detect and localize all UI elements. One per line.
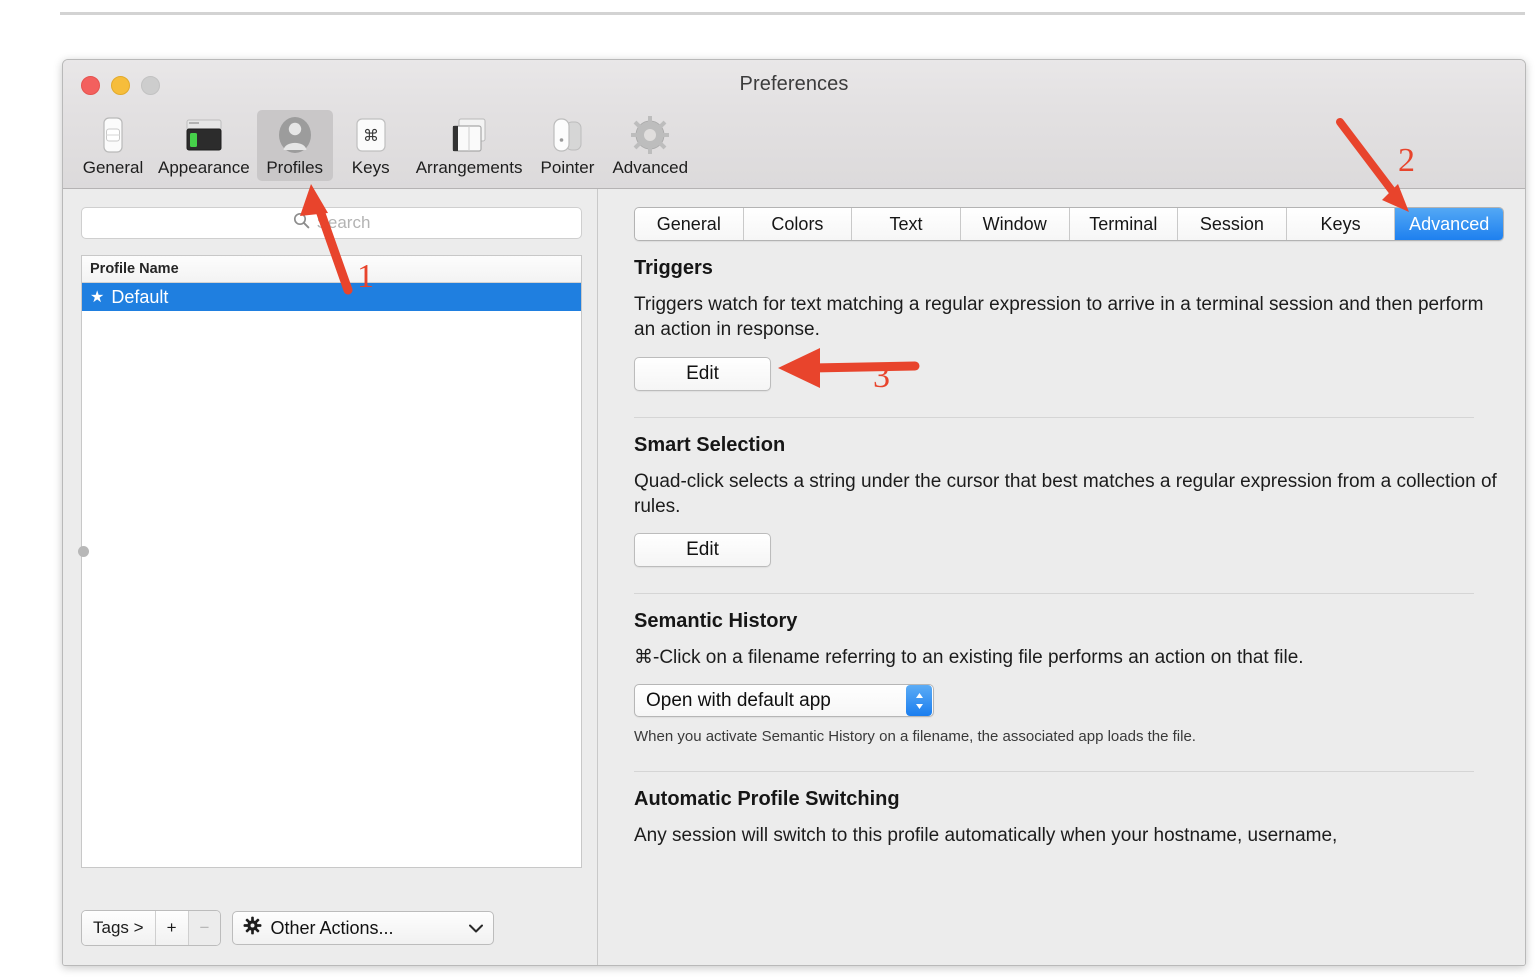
tab-advanced[interactable]: Advanced [1395, 208, 1503, 240]
table-row[interactable]: ★ Default [82, 283, 581, 311]
chevron-down-icon [469, 920, 484, 936]
toolbar-item-profiles-label: Profiles [266, 158, 324, 177]
top-divider-rule [60, 12, 1525, 15]
updown-chevron-icon [906, 685, 932, 717]
section-divider [634, 416, 1474, 418]
pane-divider [597, 189, 598, 965]
profiles-icon [273, 114, 317, 156]
toolbar-item-advanced-label: Advanced [612, 158, 689, 177]
toolbar-item-profiles[interactable]: Profiles [256, 110, 333, 181]
annotation-number-3: 3 [873, 358, 890, 395]
toolbar-item-arrangements[interactable]: Arrangements [409, 110, 530, 181]
column-header-profile-name: Profile Name [90, 261, 179, 277]
search-placeholder: Search [316, 213, 371, 232]
preferences-window: Preferences General Appearance Profiles … [62, 59, 1526, 966]
search-input[interactable]: Search [81, 207, 582, 239]
profiles-sidebar: Search Profile Name ★ Default Tags > + −… [63, 189, 600, 965]
other-actions-dropdown[interactable]: Other Actions... [232, 911, 495, 945]
section-semantic-history: Semantic History ⌘-Click on a filename r… [634, 610, 1501, 745]
triggers-title: Triggers [634, 257, 713, 279]
smart-selection-edit-button[interactable]: Edit [634, 533, 771, 568]
tab-keys[interactable]: Keys [1286, 208, 1396, 240]
toolbar-item-appearance[interactable]: Appearance [151, 110, 257, 181]
triggers-description: Triggers watch for text matching a regul… [634, 294, 1484, 341]
profiles-table[interactable]: Profile Name ★ Default [81, 255, 582, 868]
add-profile-button[interactable]: + [155, 911, 189, 945]
profile-tab-bar: General Colors Text Window Terminal Sess… [634, 207, 1504, 241]
tab-terminal[interactable]: Terminal [1069, 208, 1179, 240]
toolbar-item-general[interactable]: General [75, 110, 151, 181]
annotation-number-2: 2 [1398, 142, 1415, 179]
tab-window[interactable]: Window [960, 208, 1070, 240]
arrangements-icon [447, 114, 491, 156]
automatic-profile-switching-title: Automatic Profile Switching [634, 788, 900, 811]
profiles-table-header: Profile Name [82, 256, 581, 283]
tab-colors[interactable]: Colors [743, 208, 853, 240]
toolbar-item-appearance-label: Appearance [158, 158, 250, 177]
preferences-toolbar: General Appearance Profiles ⌘ Keys Arran… [63, 108, 1525, 189]
section-triggers: Triggers Triggers watch for text matchin… [634, 257, 1501, 391]
pane-resize-handle[interactable] [78, 546, 89, 557]
sidebar-segmented-buttons: Tags > + − [81, 910, 222, 946]
tab-text[interactable]: Text [852, 208, 961, 240]
toolbar-item-pointer[interactable]: Pointer [529, 110, 605, 181]
section-divider [634, 771, 1474, 773]
pointer-icon [545, 114, 589, 156]
gear-icon [243, 916, 262, 940]
keys-icon: ⌘ [349, 114, 393, 156]
other-actions-label: Other Actions... [270, 917, 394, 938]
screenshot-root: Preferences General Appearance Profiles … [0, 0, 1536, 980]
window-title: Preferences [739, 73, 849, 95]
tab-general[interactable]: General [635, 208, 744, 240]
toolbar-item-keys[interactable]: ⌘ Keys [333, 110, 409, 181]
semantic-history-dropdown[interactable]: Open with default app [634, 684, 934, 718]
window-titlebar: Preferences [63, 60, 1525, 108]
appearance-icon [182, 114, 226, 156]
smart-selection-description: Quad-click selects a string under the cu… [634, 470, 1497, 517]
toolbar-item-keys-label: Keys [351, 158, 390, 177]
section-automatic-profile-switching: Automatic Profile Switching Any session … [634, 788, 1501, 848]
default-star-icon: ★ [90, 289, 105, 306]
profile-name-cell: Default [111, 286, 169, 307]
toolbar-item-arrangements-label: Arrangements [415, 158, 523, 177]
section-smart-selection: Smart Selection Quad-click selects a str… [634, 434, 1501, 568]
sidebar-bottom-toolbar: Tags > + − Other Actions... [81, 910, 495, 946]
semantic-history-note: When you activate Semantic History on a … [634, 728, 1196, 746]
toolbar-item-pointer-label: Pointer [540, 158, 595, 177]
annotation-number-1: 1 [357, 258, 374, 295]
profile-settings-pane: General Colors Text Window Terminal Sess… [600, 189, 1525, 965]
semantic-history-title: Semantic History [634, 610, 798, 633]
svg-text:⌘: ⌘ [363, 126, 379, 145]
smart-selection-title: Smart Selection [634, 433, 786, 456]
advanced-gear-icon [628, 114, 672, 156]
tags-button[interactable]: Tags > [82, 911, 156, 945]
toolbar-item-advanced[interactable]: Advanced [605, 110, 695, 181]
toolbar-item-general-label: General [82, 158, 144, 177]
semantic-history-selected-value: Open with default app [646, 689, 831, 711]
semantic-history-description: ⌘-Click on a filename referring to an ex… [634, 647, 1304, 669]
section-divider [634, 593, 1474, 595]
triggers-edit-button[interactable]: Edit [634, 356, 771, 391]
automatic-profile-switching-description: Any session will switch to this profile … [634, 825, 1338, 847]
remove-profile-button[interactable]: − [188, 911, 221, 945]
search-icon [293, 212, 310, 234]
window-body: Search Profile Name ★ Default Tags > + −… [63, 189, 1525, 965]
general-icon [91, 114, 135, 156]
tab-session[interactable]: Session [1178, 208, 1287, 240]
